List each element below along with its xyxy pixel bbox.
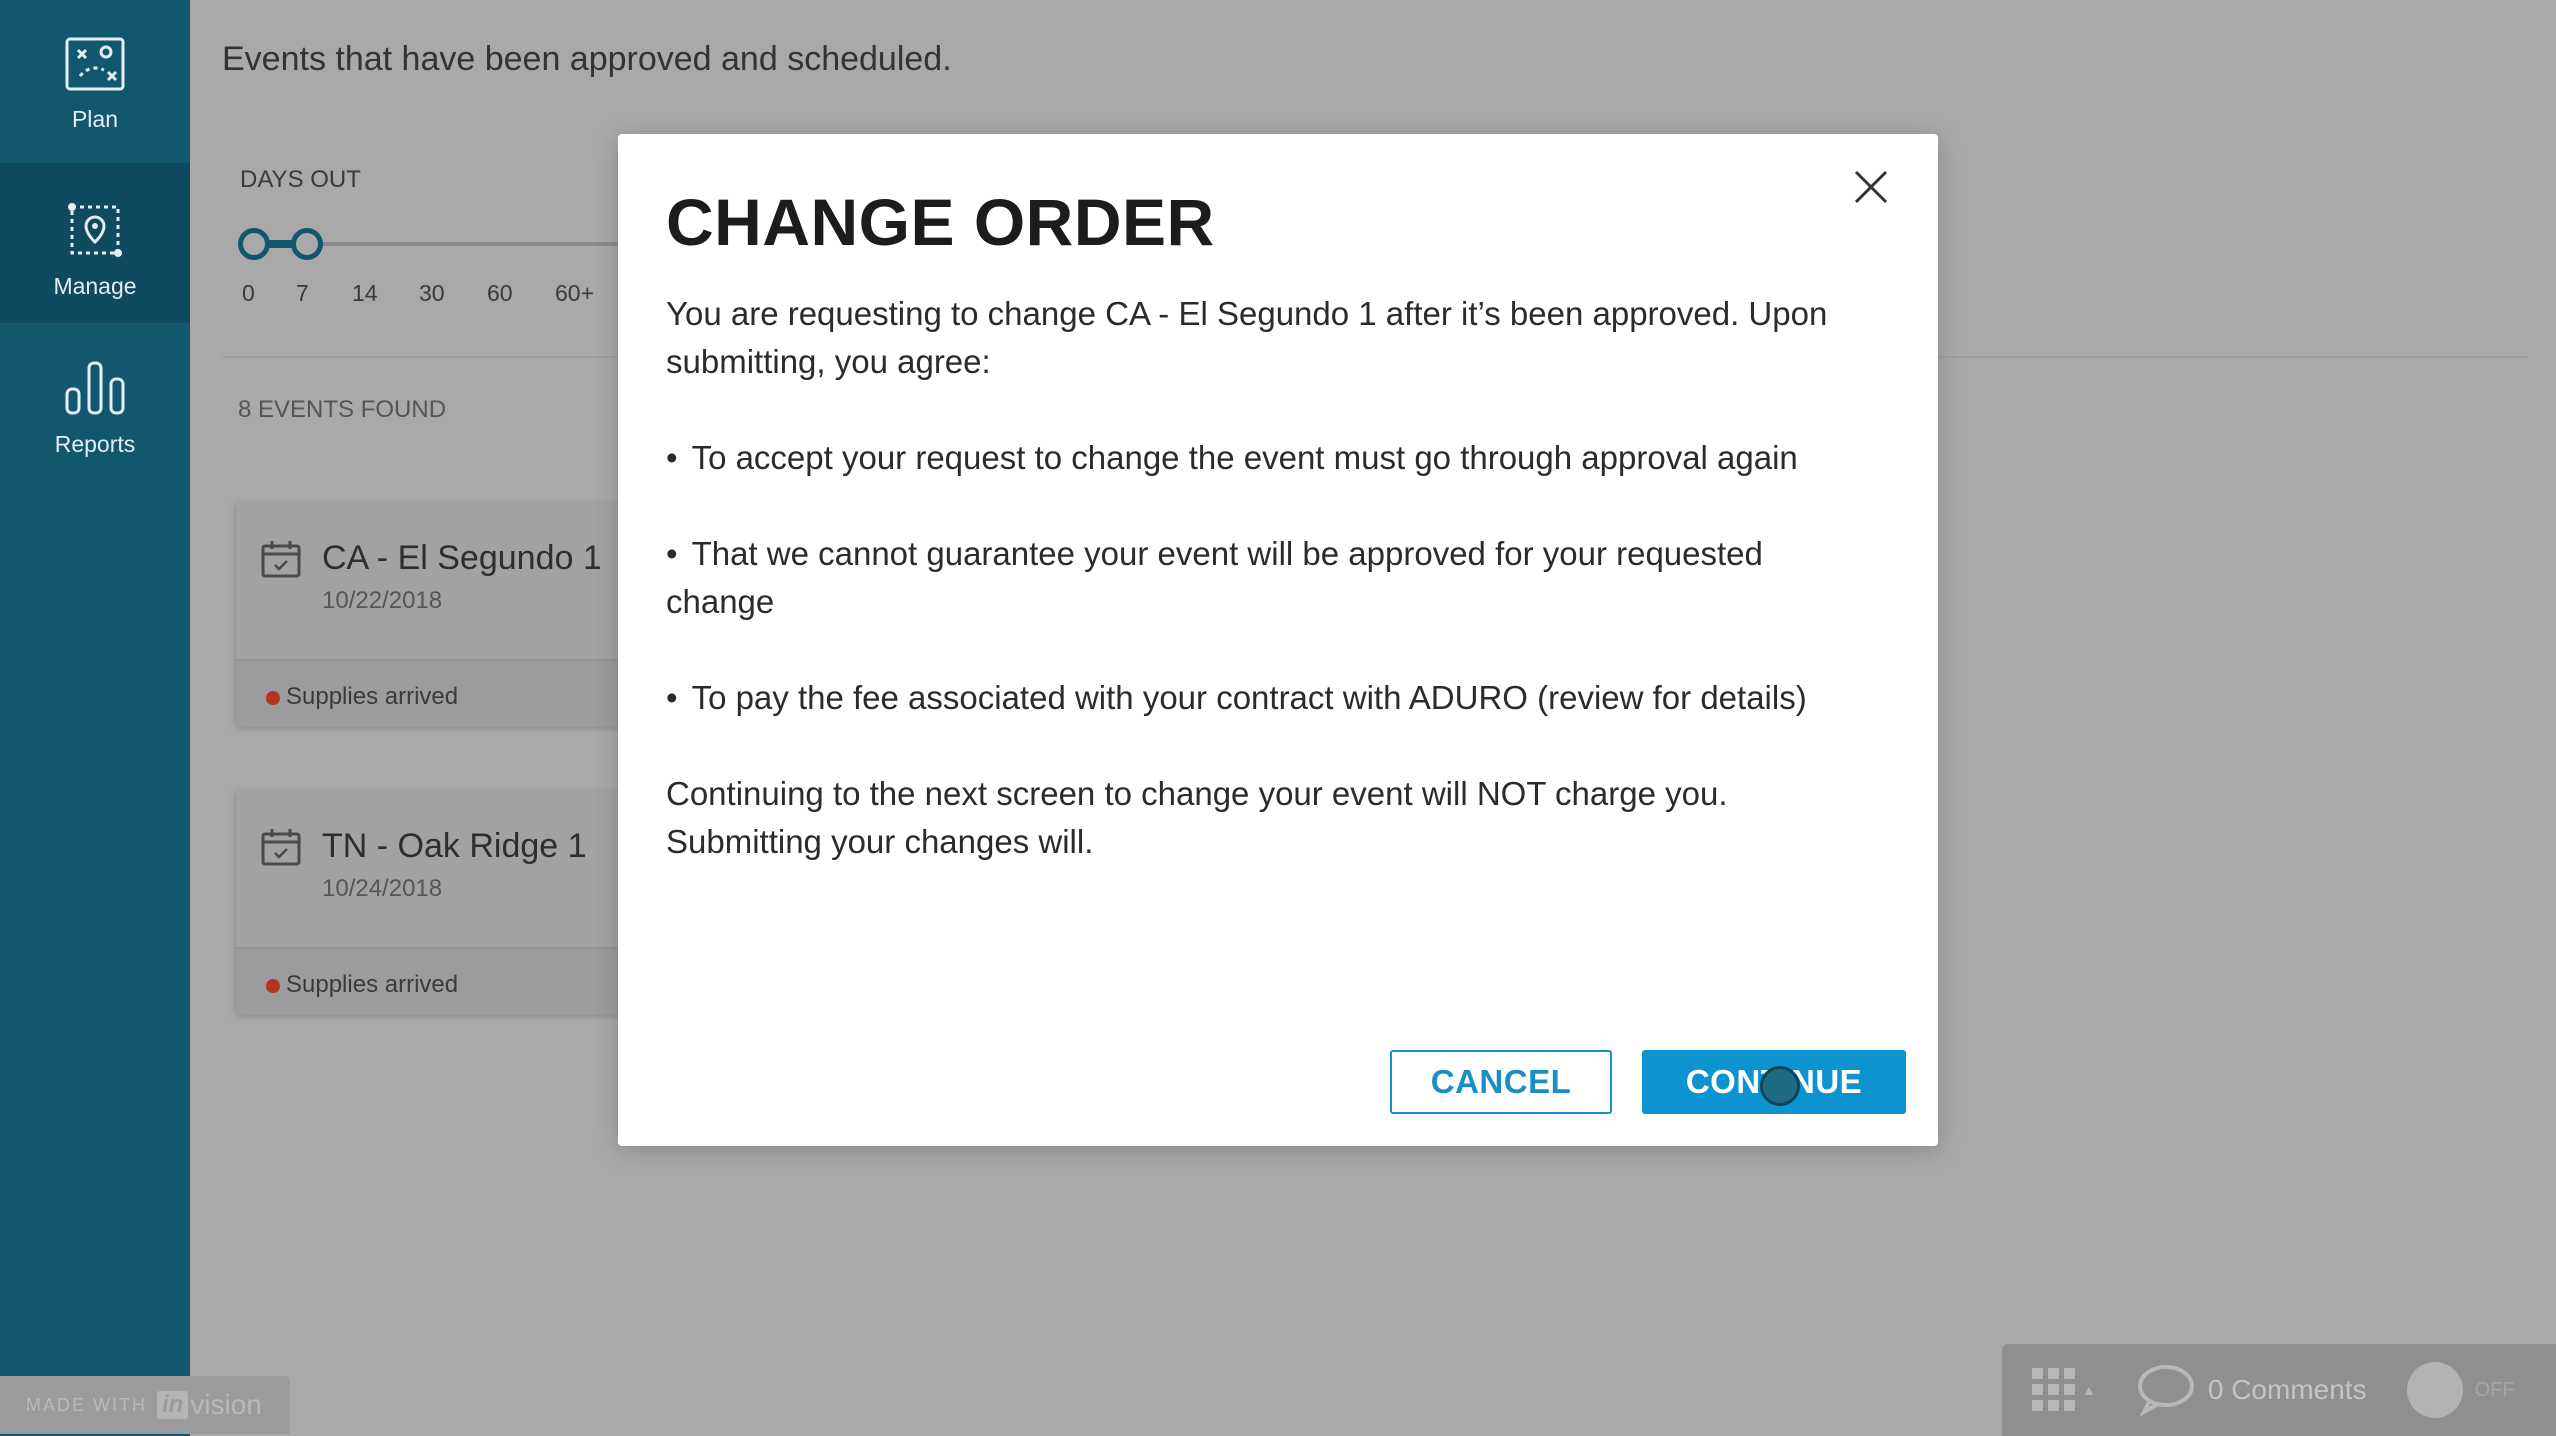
- event-status-text: Supplies arrived: [286, 683, 459, 710]
- sidebar-item-reports[interactable]: Reports: [0, 323, 190, 483]
- modal-bullet: • To pay the fee associated with your con…: [666, 674, 1876, 722]
- bullet-icon: •: [666, 535, 678, 572]
- modal-body: You are requesting to change CA - El Seg…: [666, 290, 1876, 866]
- modal-note: Continuing to the next screen to change …: [666, 775, 1728, 860]
- bullet-icon: •: [666, 439, 678, 476]
- status-dot-icon: [266, 979, 280, 993]
- status-dot-icon: [266, 691, 280, 705]
- slider-tick: 60+: [555, 280, 595, 306]
- sidebar-item-label: Plan: [71, 106, 119, 132]
- sidebar-item-label: Reports: [54, 431, 136, 457]
- invision-badge[interactable]: MADE WITH in vision: [0, 1376, 290, 1434]
- cancel-button[interactable]: CANCEL: [1390, 1050, 1612, 1114]
- sidebar-item-manage[interactable]: Manage: [0, 163, 190, 323]
- comment-bubble-icon[interactable]: [2136, 1364, 2196, 1416]
- event-status: Supplies arrived: [236, 947, 636, 1015]
- close-icon[interactable]: [1854, 170, 1888, 204]
- event-card-header: CA - El Segundo 1 10/22/2018: [236, 503, 636, 659]
- calendar-check-icon: [261, 541, 301, 578]
- event-status-text: Supplies arrived: [286, 971, 459, 998]
- bar-chart-icon: [65, 361, 125, 415]
- change-order-modal: CHANGE ORDER You are requesting to chang…: [618, 134, 1938, 1146]
- page-subtitle: Events that have been approved and sched…: [222, 40, 952, 78]
- app-grid-icon[interactable]: [2032, 1368, 2076, 1412]
- event-date: 10/22/2018: [322, 587, 443, 614]
- slider-tick: 7: [296, 280, 309, 306]
- badge-logo-in: in: [157, 1391, 189, 1419]
- event-date: 10/24/2018: [322, 875, 443, 902]
- comments-toggle[interactable]: [2406, 1362, 2463, 1418]
- plan-map-icon: [65, 37, 125, 91]
- cursor-indicator: [1760, 1066, 1800, 1106]
- comments-toggle-label: OFF: [2474, 1378, 2515, 1401]
- sidebar-item-label: Manage: [53, 273, 137, 299]
- days-out-slider-handle-max[interactable]: [291, 228, 323, 260]
- calendar-check-icon: [261, 829, 301, 866]
- days-out-label: DAYS OUT: [240, 166, 361, 193]
- modal-title: CHANGE ORDER: [666, 185, 1215, 259]
- modal-bullet: • That we cannot guarantee your event wil…: [666, 530, 1876, 626]
- badge-logo-vision: vision: [190, 1389, 262, 1420]
- modal-bullet-text: To accept your request to change the eve…: [691, 439, 1798, 476]
- event-title: TN - Oak Ridge 1: [322, 827, 587, 865]
- badge-made-with: MADE WITH: [26, 1394, 147, 1415]
- events-found-count: 8 EVENTS FOUND: [238, 396, 447, 423]
- days-out-slider-handle-min[interactable]: [238, 228, 270, 260]
- modal-bullet: • To accept your request to change the ev…: [666, 434, 1876, 482]
- event-title: CA - El Segundo 1: [322, 539, 602, 577]
- sidebar-item-plan[interactable]: Plan: [0, 0, 190, 160]
- slider-tick: 30: [419, 280, 445, 306]
- slider-tick: 14: [352, 280, 378, 306]
- sidebar: Plan Manage Reports: [0, 0, 190, 1436]
- slider-tick: 0: [242, 280, 255, 306]
- slider-tick: 60: [487, 280, 513, 306]
- event-card[interactable]: TN - Oak Ridge 1 10/24/2018 Supplies arr…: [236, 791, 636, 1015]
- bullet-icon: •: [666, 679, 678, 716]
- manage-location-icon: [68, 203, 122, 257]
- event-status: Supplies arrived: [236, 659, 636, 727]
- caret-up-icon[interactable]: ▲: [2082, 1382, 2096, 1398]
- invision-toolbar: ▲ 0 Comments OFF: [2002, 1344, 2556, 1436]
- modal-bullet-text: To pay the fee associated with your cont…: [691, 679, 1807, 716]
- event-card-header: TN - Oak Ridge 1 10/24/2018: [236, 791, 636, 947]
- modal-bullet-text: That we cannot guarantee your event will…: [666, 535, 1763, 620]
- modal-intro: You are requesting to change CA - El Seg…: [666, 295, 1828, 380]
- comments-count[interactable]: 0 Comments: [2208, 1374, 2367, 1406]
- event-card[interactable]: CA - El Segundo 1 10/22/2018 Supplies ar…: [236, 503, 636, 727]
